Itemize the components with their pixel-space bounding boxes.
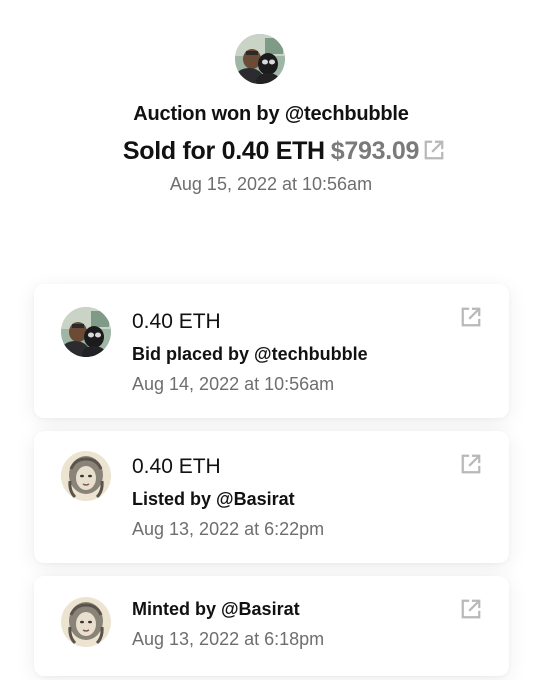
history-item-listed: 0.40 ETH Listed by @Basirat Aug 13, 2022… bbox=[34, 431, 509, 563]
listed-date: Aug 13, 2022 at 6:22pm bbox=[132, 519, 325, 539]
listed-amount: 0.40 ETH bbox=[132, 455, 221, 478]
sold-usd: $793.09 bbox=[330, 137, 420, 165]
basirat-avatar[interactable] bbox=[61, 451, 111, 501]
bid-amount: 0.40 ETH bbox=[132, 310, 221, 333]
techbubble-avatar[interactable] bbox=[235, 34, 285, 84]
listed-action[interactable]: Listed by @Basirat bbox=[132, 489, 295, 510]
basirat-avatar[interactable] bbox=[61, 597, 111, 647]
sold-eth: Sold for 0.40 ETH bbox=[122, 137, 325, 165]
sold-date: Aug 15, 2022 at 10:56am bbox=[169, 174, 373, 194]
bid-action[interactable]: Bid placed by @techbubble bbox=[132, 344, 368, 365]
history-item-bid: 0.40 ETH Bid placed by @techbubble Aug 1… bbox=[34, 284, 509, 418]
external-link-icon[interactable] bbox=[423, 139, 445, 168]
techbubble-avatar[interactable] bbox=[61, 307, 111, 357]
external-link-icon[interactable] bbox=[460, 598, 482, 625]
minted-action[interactable]: Minted by @Basirat bbox=[132, 599, 300, 620]
history-item-minted: Minted by @Basirat Aug 13, 2022 at 6:18p… bbox=[34, 576, 509, 676]
minted-date: Aug 13, 2022 at 6:18pm bbox=[132, 629, 325, 649]
auction-won-text: Auction won by @techbubble bbox=[133, 103, 409, 125]
external-link-icon[interactable] bbox=[460, 453, 482, 480]
sold-price-line: Sold for 0.40 ETH $793.09 bbox=[0, 137, 542, 166]
external-link-icon[interactable] bbox=[460, 306, 482, 333]
bid-date: Aug 14, 2022 at 10:56am bbox=[132, 374, 335, 394]
